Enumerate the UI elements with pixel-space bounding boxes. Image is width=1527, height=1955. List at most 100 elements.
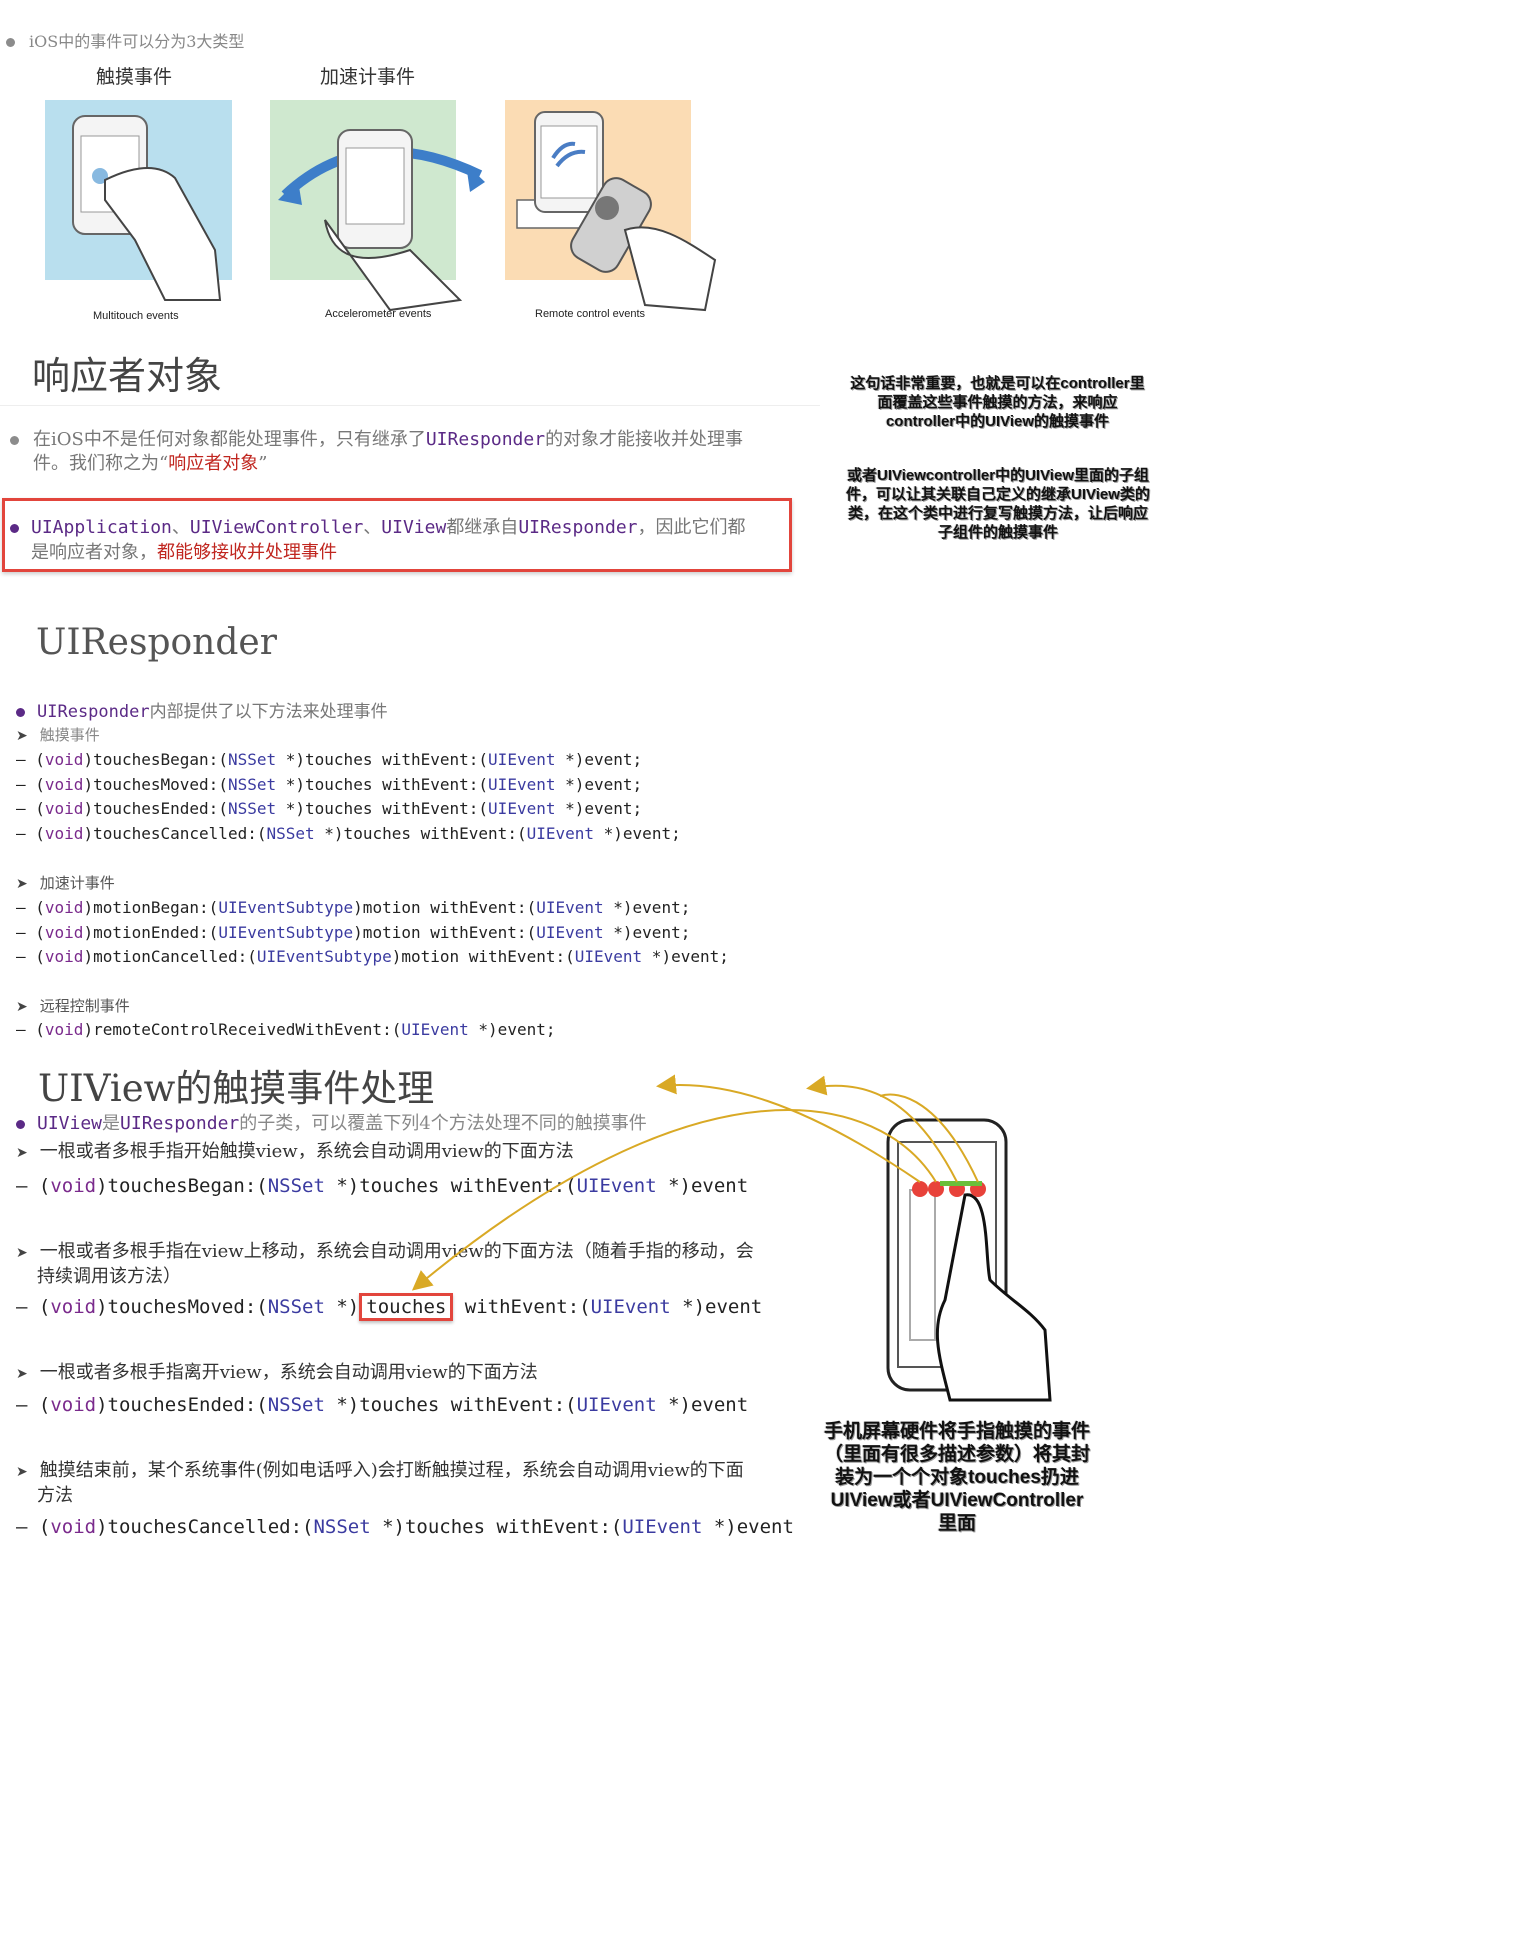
return-type: void bbox=[50, 1394, 97, 1416]
p1-text-mid: 的对象才能接收并处理事 bbox=[545, 429, 744, 450]
param-rest: *)touches withEvent:( bbox=[276, 774, 489, 794]
return-type: void bbox=[50, 1175, 97, 1197]
phone-icon bbox=[886, 1118, 1052, 1402]
event-type-label-touch: 触摸事件 bbox=[96, 66, 173, 88]
param-rest: *)touches withEvent:( bbox=[314, 824, 527, 844]
phone-tilt-icon bbox=[278, 129, 485, 312]
method-end: *)event; bbox=[555, 774, 643, 794]
remote-illustration bbox=[505, 100, 717, 312]
divider bbox=[0, 405, 820, 406]
method-name: motionCancelled: bbox=[93, 947, 248, 967]
param-type: NSSet bbox=[267, 1175, 325, 1197]
event-type: UIEvent bbox=[536, 922, 604, 942]
param-type: UIEventSubtype bbox=[218, 922, 354, 942]
touch-method-list: – (void)touchesBegan:(NSSet *)touches wi… bbox=[16, 748, 681, 847]
method-name: motionEnded: bbox=[93, 922, 209, 942]
class-uiviewcontroller: UIViewController bbox=[189, 517, 364, 538]
method-end: *)event bbox=[670, 1296, 763, 1318]
method-name: touchesMoved: bbox=[93, 774, 219, 794]
desc-line1: 触摸结束前，某个系统事件(例如电话呼入)会打断触摸过程，系统会自动调用view的… bbox=[39, 1460, 744, 1481]
param-type: NSSet bbox=[266, 824, 315, 844]
uiview-title: UIView的触摸事件处理 bbox=[38, 1067, 435, 1110]
touches-highlight: touches bbox=[359, 1293, 454, 1321]
return-type: void bbox=[44, 947, 84, 967]
event-type-label-accel: 加速计事件 bbox=[320, 66, 416, 88]
param-type: NSSet bbox=[227, 774, 277, 794]
param-rest: *)touches bbox=[324, 1394, 440, 1416]
method-name: touchesEnded: bbox=[107, 1394, 257, 1416]
class-uiresponder: UIResponder bbox=[120, 1113, 240, 1134]
p1-end: ” bbox=[258, 453, 268, 474]
caption-remote: Remote control events bbox=[535, 308, 646, 320]
p1-text-pre: 在iOS中不是任何对象都能处理事件，只有继承了 bbox=[33, 429, 426, 450]
remote-heading: ➤ 远程控制事件 bbox=[16, 995, 130, 1016]
uiview-item-desc: ➤ 一根或者多根手指离开view，系统会自动调用view的下面方法 bbox=[16, 1361, 806, 1386]
phone-touch-icon bbox=[72, 115, 222, 301]
event-type: UIEvent bbox=[488, 750, 556, 769]
method-name: touchesEnded: bbox=[93, 799, 219, 819]
remote-control-icon bbox=[516, 111, 717, 312]
method-name: remoteControlReceivedWithEvent: bbox=[93, 1020, 392, 1039]
sep: 、 bbox=[171, 517, 190, 538]
event-type: UIEvent bbox=[590, 1296, 671, 1318]
desc-line1: 一根或者多根手指开始触摸view，系统会自动调用view的下面方法 bbox=[39, 1141, 574, 1162]
arrow-bullet-icon: ➤ bbox=[16, 1366, 28, 1382]
bullet-icon bbox=[6, 38, 15, 47]
param-rest: )motion withEvent:( bbox=[391, 947, 575, 967]
caption-multitouch: Multitouch events bbox=[93, 310, 179, 322]
param-type: NSSet bbox=[313, 1516, 371, 1538]
with-event: withEvent:( bbox=[439, 1394, 577, 1416]
p2-mid: 都继承自 bbox=[446, 517, 519, 538]
note-subcomponent: 或者UIViewcontroller中的UIView里面的子组件，可以让其关联自… bbox=[846, 467, 1150, 541]
uiview-method-line: – (void)touchesCancelled:(NSSet *)touche… bbox=[16, 1516, 794, 1538]
arrow-bullet-icon: ➤ bbox=[16, 999, 28, 1015]
return-type: void bbox=[44, 774, 84, 794]
param-rest: *)touches bbox=[370, 1516, 486, 1538]
caption-accelerometer: Accelerometer events bbox=[325, 308, 432, 320]
with-event: withEvent:( bbox=[439, 1175, 577, 1197]
event-type: UIEvent bbox=[401, 1020, 469, 1039]
method-line: – (void)touchesCancelled:(NSSet *)touche… bbox=[16, 824, 681, 844]
param-rest: *)touches withEvent:( bbox=[276, 750, 489, 769]
p1-class-name: UIResponder bbox=[425, 429, 546, 450]
note-touches-object: 手机屏幕硬件将手指触摸的事件（里面有很多描述参数）将其封装为一个个对象touch… bbox=[823, 1421, 1090, 1534]
bullet-icon bbox=[16, 1119, 25, 1129]
return-type: void bbox=[50, 1296, 97, 1318]
desc-line2: 方法 bbox=[37, 1485, 73, 1506]
intro-rest: 的子类，可以覆盖下列4个方法处理不同的触摸事件 bbox=[239, 1113, 647, 1134]
responder-paragraph-1: 在iOS中不是任何对象都能处理事件，只有继承了UIResponder的对象才能接… bbox=[10, 428, 800, 476]
event-type: UIEvent bbox=[488, 799, 556, 819]
p2-highlight: 都能够接收并处理事件 bbox=[157, 542, 337, 563]
touch-points bbox=[912, 1181, 986, 1197]
p2-line2: 是响应者对象， bbox=[31, 542, 157, 563]
uiresponder-title: UIResponder bbox=[36, 622, 277, 663]
uiview-intro: UIView是UIResponder的子类，可以覆盖下列4个方法处理不同的触摸事… bbox=[16, 1109, 647, 1135]
with-event: withEvent:( bbox=[453, 1296, 591, 1318]
desc-line1: 一根或者多根手指离开view，系统会自动调用view的下面方法 bbox=[39, 1362, 538, 1383]
arrow-bullet-icon: ➤ bbox=[16, 1145, 28, 1161]
method-name: touchesBegan: bbox=[107, 1175, 257, 1197]
method-end: *)event bbox=[656, 1175, 749, 1197]
class-uiview: UIView bbox=[37, 1113, 103, 1134]
event-type: UIEvent bbox=[488, 774, 556, 794]
method-end: *)event bbox=[656, 1394, 749, 1416]
event-type: UIEvent bbox=[526, 824, 595, 844]
param-type: NSSet bbox=[267, 1296, 325, 1318]
accelerometer-illustration bbox=[270, 100, 485, 312]
method-name: touchesMoved: bbox=[107, 1296, 257, 1318]
bullet-icon bbox=[10, 435, 19, 445]
method-name: touchesBegan: bbox=[93, 750, 219, 769]
intro-text: 内部提供了以下方法来处理事件 bbox=[149, 702, 388, 722]
uiview-item-desc: ➤ 一根或者多根手指在view上移动，系统会自动调用view的下面方法（随着手指的… bbox=[16, 1240, 806, 1288]
method-end: *)event; bbox=[603, 898, 691, 917]
param-type: NSSet bbox=[227, 799, 277, 819]
param-type: UIEventSubtype bbox=[256, 947, 392, 967]
param-rest: )motion withEvent:( bbox=[353, 898, 537, 917]
uiview-method-line: – (void)touchesBegan:(NSSet *)touches wi… bbox=[16, 1175, 749, 1197]
uiresponder-intro: UIResponder内部提供了以下方法来处理事件 bbox=[16, 697, 388, 722]
return-type: void bbox=[44, 898, 84, 917]
param-rest: *)touches bbox=[324, 1175, 440, 1197]
method-line: – (void)touchesBegan:(NSSet *)touches wi… bbox=[16, 750, 643, 769]
class-uiapplication: UIApplication bbox=[31, 517, 172, 538]
arrow-bullet-icon: ➤ bbox=[16, 728, 28, 744]
